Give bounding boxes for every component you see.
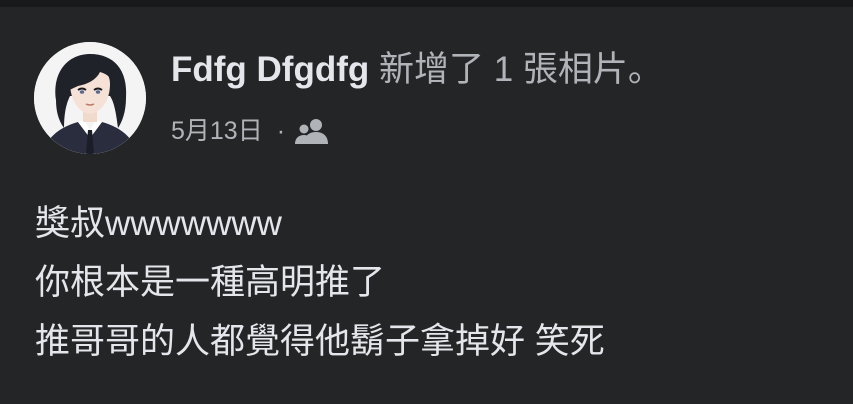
post-action-text: 新增了 1 張相片。 — [378, 50, 663, 89]
post-message-line: 你根本是一種高明推了 — [35, 263, 386, 302]
post-message-line: 獎叔wwwwwww — [35, 204, 282, 243]
post-date-link[interactable]: 5月13日 — [171, 115, 263, 147]
post-header: Fdfg Dfgdfg 新增了 1 張相片。 — [171, 48, 663, 92]
avatar-illustration — [34, 42, 146, 154]
author-name-link[interactable]: Fdfg Dfgdfg — [171, 50, 369, 89]
post-card: Fdfg Dfgdfg 新增了 1 張相片。 5月13日 · 獎叔wwwwwww… — [0, 7, 853, 404]
post-message: 獎叔wwwwwww 你根本是一種高明推了 推哥哥的人都覺得他鬍子拿掉好 笑死 — [35, 194, 605, 371]
friends-icon[interactable] — [295, 118, 331, 144]
post-meta: 5月13日 · — [171, 115, 331, 147]
top-divider — [0, 0, 853, 7]
author-avatar[interactable] — [34, 42, 146, 154]
meta-separator: · — [276, 117, 286, 145]
post-message-line: 推哥哥的人都覺得他鬍子拿掉好 笑死 — [35, 322, 605, 361]
